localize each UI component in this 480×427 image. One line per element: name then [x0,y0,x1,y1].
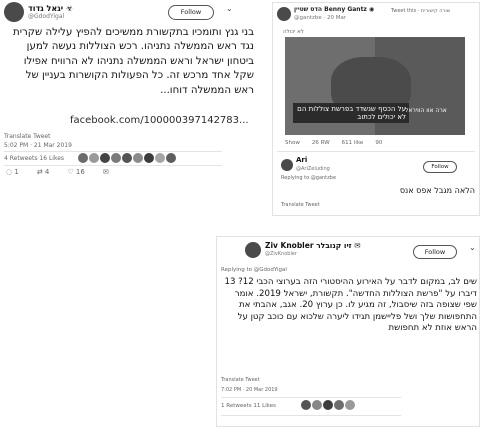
retweet-icon[interactable]: ⇄ 4 [37,168,50,176]
liker-avatar[interactable] [89,153,99,163]
tweet-header: הדס שטיין Benny Gantz ◉ @gantzbe · 20 Ma… [277,6,374,22]
retweet-count: 1 [221,403,225,409]
reply-author-name[interactable]: Ari [296,156,330,165]
action-likes[interactable]: 611 like [342,140,364,146]
reply-author-handle[interactable]: @AriZeluding [296,165,330,173]
follow-button[interactable]: Follow [168,5,214,20]
action-bar: Show 26 RW 611 like 90 [285,140,382,146]
liker-avatar[interactable] [111,153,121,163]
message-icon[interactable]: ✉ [103,168,109,176]
translate-tweet[interactable]: Translate Tweet [221,377,260,383]
retweet-count-action: 4 [44,168,50,176]
tweet-context: Tweet this · שורה קישורית [391,8,451,14]
liker-avatar[interactable] [312,400,322,410]
liker-avatar[interactable] [301,400,311,410]
retweet-label: Retweets [226,403,252,409]
like-label: Likes [48,155,65,162]
like-icon[interactable]: ♡ 16 [67,168,84,176]
liker-avatar[interactable] [122,153,132,163]
follow-button[interactable]: Follow [423,161,457,173]
divider [4,165,222,166]
divider [221,415,401,416]
author-name[interactable]: Ziv Knobler זיו קנובלר ✉ [265,241,361,250]
replying-to[interactable]: Replying to @GdodYigal [221,267,287,273]
tweet-timestamp[interactable]: 7:02 PM · 20 Mar 2019 [221,387,278,393]
action-views[interactable]: 90 [375,140,382,146]
divider [221,397,401,398]
reply-header: Ari @AriZeluding [281,156,330,173]
liker-avatar[interactable] [155,153,165,163]
translate-tweet[interactable]: Translate Tweet [4,133,50,140]
liker-avatar[interactable] [133,153,143,163]
divider [4,151,222,152]
avatar[interactable] [277,7,291,21]
liker-avatars [78,153,176,163]
like-count: 11 [253,403,261,409]
tweet-timestamp[interactable]: 5:02 PM · 21 Mar 2019 [4,142,72,149]
like-label: Likes [262,403,276,409]
tweet-text: שים לב, במקום לדבר על האירוע ההיסטורי הז… [224,277,477,334]
avatar[interactable] [4,2,24,22]
tweet-image[interactable]: על הכסף שנשדד בפרשת צוללות הם לא יכולים … [285,37,465,135]
like-count: 16 [39,155,48,162]
reply-icon[interactable]: ◌ 1 [6,168,19,176]
action-show[interactable]: Show [285,140,300,146]
liker-avatar[interactable] [166,153,176,163]
tweet-subtext: לא יכולה [283,29,304,35]
liker-avatar[interactable] [345,400,355,410]
tweet-header: יגאל גדוד ☣ @GdodYigal [4,2,73,22]
tweet-card-gantz: הדס שטיין Benny Gantz ◉ @gantzbe · 20 Ma… [272,2,480,216]
divider [277,151,475,152]
avatar[interactable] [281,158,293,171]
tweet-card-ziv-knobler: Ziv Knobler זיו קנובלר ✉ @ZivKnobler Fol… [216,236,480,427]
liker-avatars [301,400,355,410]
tweet-text: בני גנץ ותומכיו בתקשורת ממשיכים להפיץ על… [13,27,254,96]
action-retweets[interactable]: 26 RW [312,140,330,146]
liker-avatar[interactable] [334,400,344,410]
author-handle[interactable]: @gantzbe · 20 Mar [294,14,374,22]
tweet-link[interactable]: facebook.com/100000397142783... [70,115,249,126]
liker-avatar[interactable] [100,153,110,163]
retweet-stats: 4 Retweets 16 Likes [4,155,64,162]
reply-count: 1 [14,168,19,176]
liker-avatar[interactable] [323,400,333,410]
follow-button[interactable]: Follow [413,245,457,259]
chevron-down-icon[interactable]: ⌄ [469,243,476,252]
tweet-card-gdod-yigal: יגאל גדוד ☣ @GdodYigal Follow ⌄ בני גנץ … [0,0,258,180]
action-bar: ◌ 1 ⇄ 4 ♡ 16 ✉ [6,168,109,176]
avatar[interactable] [245,241,261,258]
liker-avatar[interactable] [144,153,154,163]
retweet-count: 4 [4,155,8,162]
image-caption-2: ארה אוו הוויראל [405,107,447,114]
engagement-stats: 1 Retweets 11 Likes [221,403,276,409]
tweet-header: Ziv Knobler זיו קנובלר ✉ @ZivKnobler [245,241,361,258]
reply-text: הלאה מגבל אפס אנס [399,186,475,195]
author-name[interactable]: הדס שטיין Benny Gantz ◉ [294,6,374,14]
translate-tweet[interactable]: Translate Tweet [281,202,320,208]
image-caption: על הכסף שנשדד בפרשת צוללות הם לא יכולים … [293,103,409,123]
like-count-action: 16 [75,168,85,176]
liker-avatar[interactable] [78,153,88,163]
author-name[interactable]: יגאל גדוד ☣ [28,4,73,13]
author-handle[interactable]: @ZivKnobler [265,250,361,258]
replying-to[interactable]: Replying to @gantzbe [281,175,336,181]
author-handle[interactable]: @GdodYigal [28,13,73,21]
retweet-label: Retweets [9,155,38,162]
chevron-down-icon[interactable]: ⌄ [226,4,233,13]
